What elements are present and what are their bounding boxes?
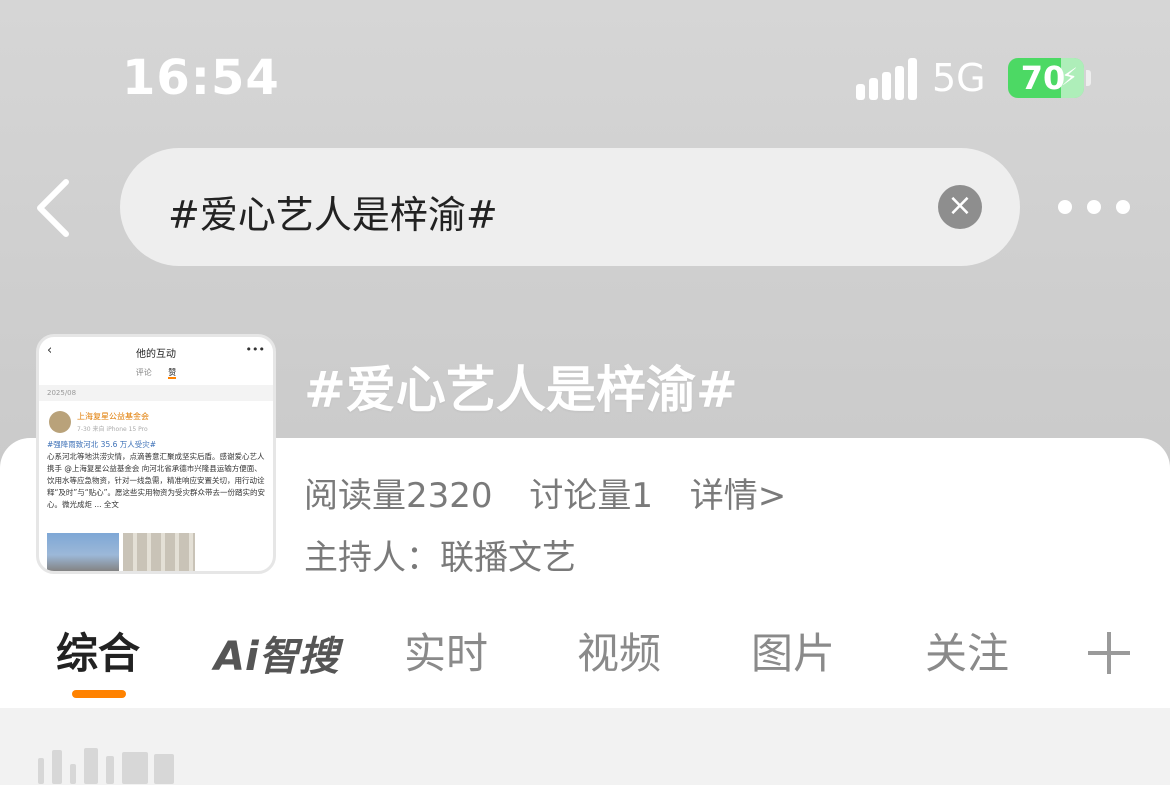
tab-realtime[interactable]: 实时	[404, 620, 488, 681]
topic-title: #爱心艺人是梓渝#	[304, 361, 738, 419]
thumbnail-tab-likes: 赞	[168, 368, 177, 379]
thumbnail-date: 2025/08	[39, 385, 273, 401]
more-dot-icon	[1058, 200, 1072, 214]
thumbnail-photo-1	[47, 533, 119, 571]
chevron-left-icon	[37, 179, 69, 237]
thumbnail-tab-comments: 评论	[135, 368, 152, 377]
discussion-count: 讨论量1	[529, 476, 653, 516]
thumbnail-post-text: 心系河北等地洪涝灾情，点滴善意汇聚成坚实后盾。感谢爱心艺人携手 @上海复星公益基…	[47, 452, 266, 509]
thumbnail-post-body: #强降雨致河北 35.6 万人受灾# 心系河北等地洪涝灾情，点滴善意汇聚成坚实后…	[47, 439, 267, 511]
thumbnail-photo-2	[123, 533, 195, 571]
more-dot-icon	[1116, 200, 1130, 214]
tab-ai-search[interactable]: Ai智搜	[214, 624, 339, 682]
network-type: 5G	[932, 56, 986, 100]
battery-icon: 70 ⚡	[1008, 58, 1084, 98]
more-options-button[interactable]	[1058, 198, 1130, 218]
tab-video[interactable]: 视频	[577, 620, 661, 681]
tab-comprehensive[interactable]: 综合	[56, 620, 140, 681]
tab-images[interactable]: 图片	[751, 620, 835, 681]
status-time: 16:54	[122, 50, 280, 106]
details-link[interactable]: 详情>	[690, 476, 787, 516]
add-tab-button[interactable]	[1088, 632, 1130, 674]
read-count: 阅读量2320	[304, 476, 493, 516]
topic-stats: 阅读量2320 讨论量1 详情>	[304, 468, 812, 517]
topic-host: 主持人：联播文艺	[304, 538, 576, 578]
tab-following[interactable]: 关注	[925, 620, 1009, 681]
battery-nub	[1086, 70, 1091, 86]
search-query: #爱心艺人是梓渝#	[168, 193, 498, 237]
clear-search-button[interactable]: ×	[938, 185, 982, 229]
thumbnail-avatar	[49, 411, 71, 433]
thumbnail-title: 他的互动	[136, 349, 176, 360]
search-input[interactable]: #爱心艺人是梓渝# ×	[120, 148, 1020, 266]
active-tab-indicator	[72, 690, 126, 698]
thumbnail-header: ‹ 他的互动 •••	[39, 337, 273, 365]
thumbnail-org-name: 上海复星公益基金会	[77, 412, 149, 421]
thumbnail-tabs: 评论 赞	[39, 367, 273, 379]
back-button[interactable]	[30, 178, 80, 238]
close-icon: ×	[947, 188, 973, 223]
thumbnail-meta: 7-30 来自 iPhone 15 Pro	[77, 426, 148, 433]
loading-placeholder-icon	[38, 744, 178, 784]
signal-strength-icon	[856, 56, 917, 100]
charging-bolt-icon: ⚡	[1061, 63, 1078, 91]
more-dot-icon	[1087, 200, 1101, 214]
topic-thumbnail[interactable]: ‹ 他的互动 ••• 评论 赞 2025/08 上海复星公益基金会 7-30 来…	[36, 334, 276, 574]
thumbnail-hashtag: #强降雨致河北 35.6 万人受灾#	[47, 440, 157, 449]
search-tabs: 综合 Ai智搜 实时 视频 图片 关注	[0, 606, 1170, 706]
thumbnail-more-icon: •••	[245, 343, 265, 356]
results-feed	[0, 708, 1170, 785]
